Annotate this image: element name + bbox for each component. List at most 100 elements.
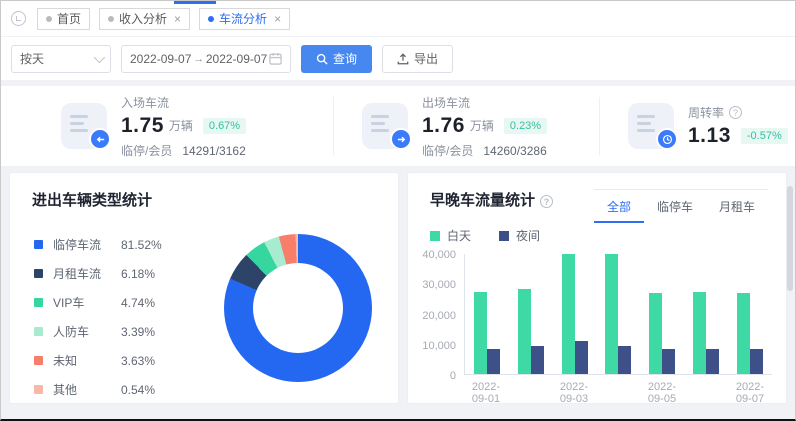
legend-label: 临停车流 <box>53 236 121 253</box>
legend-swatch-icon <box>34 327 43 336</box>
bar-group <box>649 293 675 374</box>
y-axis: 40,00030,00020,00010,0000 <box>418 254 464 375</box>
legend-swatch-icon <box>34 269 43 278</box>
bar-夜间[interactable] <box>750 349 763 374</box>
filter-bar: 按天 2022-09-07 → 2022-09-07 查询 导出 <box>1 36 795 80</box>
bar-group <box>562 254 588 374</box>
stat-entry-traffic: 入场车流 1.75 万辆 0.67% 临停/会员14291/3162 <box>1 97 333 155</box>
legend-value: 3.39% <box>121 325 155 339</box>
arrow-right-icon <box>390 128 412 150</box>
tab-home[interactable]: 首页 <box>37 8 90 30</box>
bar-group <box>737 293 763 374</box>
legend-item: 月租车流6.18% <box>34 259 194 288</box>
stat-turnover-rate: 周转率? 1.13 -0.57% <box>599 97 795 155</box>
legend-value: 4.74% <box>121 296 155 310</box>
export-button[interactable]: 导出 <box>382 45 453 73</box>
query-button[interactable]: 查询 <box>301 45 372 73</box>
close-icon[interactable]: × <box>274 13 281 25</box>
x-tick-label <box>596 381 640 405</box>
date-start: 2022-09-07 <box>130 52 191 66</box>
legend-value: 81.52% <box>121 238 162 252</box>
page-scrollbar-thumb[interactable] <box>787 186 793 291</box>
flow-stats-card: 早晚车流量统计? 全部临停车月租车 白天夜间 40,00030,00020,00… <box>407 172 787 404</box>
stat-sub-label: 临停/会员 <box>422 144 473 158</box>
legend-label: 白天 <box>447 227 471 244</box>
bar-夜间[interactable] <box>618 346 631 374</box>
chevron-down-icon <box>94 51 105 62</box>
x-tick-label: 2022-09-01 <box>464 381 508 405</box>
y-tick-label: 0 <box>450 370 456 382</box>
vehicle-type-title: 进出车辆类型统计 <box>32 189 398 210</box>
bar-夜间[interactable] <box>706 349 719 374</box>
tab-label: 车流分析 <box>219 10 267 27</box>
bar-夜间[interactable] <box>662 349 675 374</box>
bar-白天[interactable] <box>474 292 487 374</box>
bar-白天[interactable] <box>562 254 575 374</box>
stat-exit-traffic: 出场车流 1.76 万辆 0.23% 临停/会员14260/3286 <box>333 97 599 155</box>
legend-label: 夜间 <box>516 227 540 244</box>
stat-delta-badge: 0.23% <box>504 118 547 134</box>
granularity-value: 按天 <box>20 50 44 67</box>
bar-白天[interactable] <box>649 293 662 374</box>
bar-白天[interactable] <box>737 293 750 374</box>
date-end: 2022-09-07 <box>206 52 267 66</box>
bar-白天[interactable] <box>693 292 706 374</box>
flow-tab-1[interactable]: 全部 <box>594 190 644 223</box>
clock-icon <box>656 128 678 150</box>
page-tab-bar: 首页 收入分析 × 车流分析 × <box>1 1 795 36</box>
legend-label: 其他 <box>53 381 121 398</box>
legend-item: 人防车3.39% <box>34 317 194 346</box>
legend-item: 其他0.54% <box>34 375 194 404</box>
plot-area <box>464 254 772 375</box>
stat-sub-value: 14291/3162 <box>182 144 245 158</box>
stat-delta-badge: -0.57% <box>741 128 788 144</box>
stat-value: 1.13 <box>688 124 731 148</box>
tab-dot-icon <box>208 16 214 22</box>
legend-swatch-icon <box>34 240 43 249</box>
arrow-left-icon <box>89 128 111 150</box>
date-range-input[interactable]: 2022-09-07 → 2022-09-07 <box>121 45 291 73</box>
exit-traffic-icon <box>362 103 408 149</box>
bar-group <box>605 254 631 374</box>
stat-sub-value: 14260/3286 <box>483 144 546 158</box>
bar-chart[interactable]: 40,00030,00020,00010,0000 2022-09-012022… <box>418 254 772 405</box>
legend-item: 白天 <box>430 227 471 244</box>
legend-label: 月租车流 <box>53 265 121 282</box>
bar-白天[interactable] <box>605 254 618 374</box>
bar-group <box>518 289 544 374</box>
flow-tab-3[interactable]: 月租车 <box>706 190 768 223</box>
close-icon[interactable]: × <box>174 13 181 25</box>
legend-item: VIP车4.74% <box>34 288 194 317</box>
donut-chart[interactable] <box>224 234 372 382</box>
y-tick-label: 30,000 <box>422 279 456 291</box>
bar-夜间[interactable] <box>575 341 588 374</box>
legend-item: 夜间 <box>499 227 540 244</box>
bar-白天[interactable] <box>518 289 531 374</box>
x-axis-labels: 2022-09-012022-09-032022-09-052022-09-07 <box>464 375 772 405</box>
stat-label: 入场车流 <box>121 94 246 111</box>
stat-label: 出场车流 <box>422 94 547 111</box>
tab-income-analysis[interactable]: 收入分析 × <box>99 8 190 30</box>
legend-value: 0.54% <box>121 383 155 397</box>
flow-tab-2[interactable]: 临停车 <box>644 190 706 223</box>
legend-item: 未知3.63% <box>34 346 194 375</box>
bar-chart-legend: 白天 夜间 <box>430 227 786 244</box>
legend-swatch-icon <box>34 356 43 365</box>
legend-item: 临停车流81.52% <box>34 230 194 259</box>
turnover-rate-icon <box>628 103 674 149</box>
search-icon <box>316 53 328 65</box>
stat-delta-badge: 0.67% <box>203 118 246 134</box>
stat-label: 周转率 <box>688 104 724 121</box>
legend-swatch-icon <box>430 231 440 241</box>
bar-夜间[interactable] <box>531 346 544 374</box>
x-tick-label: 2022-09-05 <box>640 381 684 405</box>
refresh-icon[interactable] <box>11 11 26 26</box>
tab-traffic-analysis[interactable]: 车流分析 × <box>199 8 290 30</box>
bar-group <box>474 292 500 374</box>
bar-夜间[interactable] <box>487 349 500 374</box>
help-icon[interactable]: ? <box>729 106 742 119</box>
legend-swatch-icon <box>34 298 43 307</box>
help-icon[interactable]: ? <box>540 195 553 208</box>
granularity-select[interactable]: 按天 <box>11 45 111 73</box>
legend-label: VIP车 <box>53 294 121 311</box>
